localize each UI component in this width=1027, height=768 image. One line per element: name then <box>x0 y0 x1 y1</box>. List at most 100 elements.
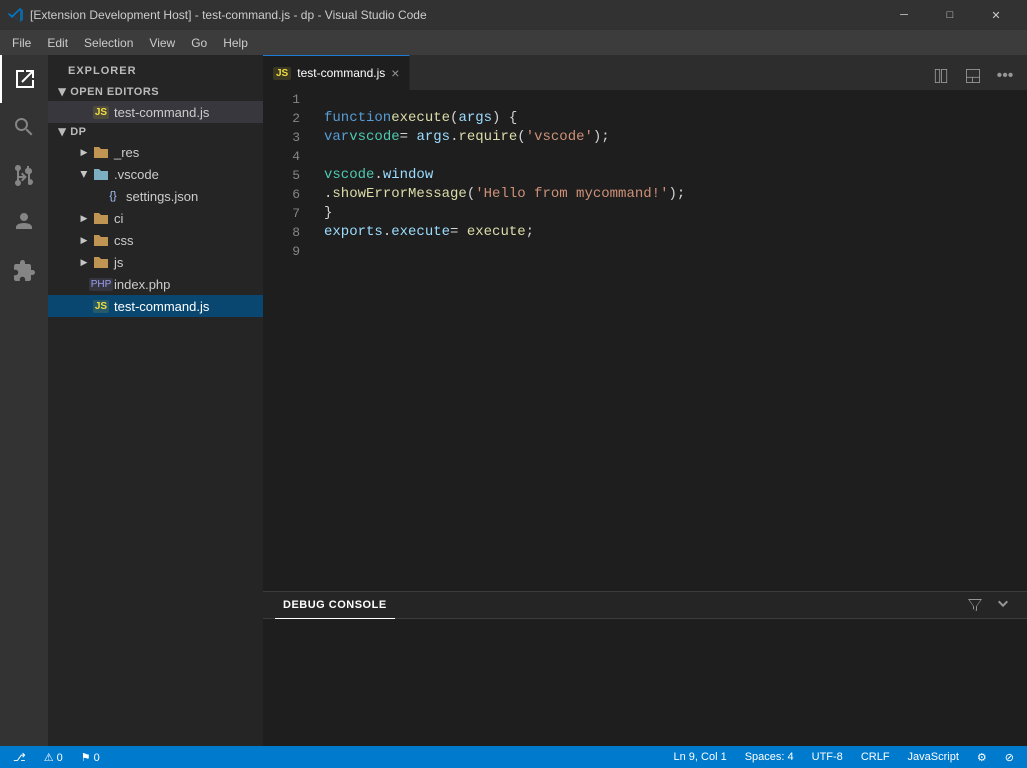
code-content[interactable]: function execute(args) { var vscode = ar… <box>308 90 1027 591</box>
title-bar-left: [Extension Development Host] - test-comm… <box>8 7 427 23</box>
line-ending-status[interactable]: CRLF <box>856 746 895 768</box>
line-num-1: 1 <box>263 90 300 109</box>
ci-arrow: ▶ <box>76 213 92 224</box>
js-dir-label: js <box>114 255 123 270</box>
open-editors-label: OPEN EDITORS <box>70 86 159 98</box>
close-button[interactable]: ✕ <box>973 0 1019 30</box>
settings-label: settings.json <box>126 189 198 204</box>
css-label: css <box>114 233 134 248</box>
php-file-icon: PHP <box>92 276 110 292</box>
vscode-arrow: ▶ <box>79 166 90 182</box>
index-label: index.php <box>114 277 170 292</box>
settings-status[interactable]: ⚙ <box>972 746 992 768</box>
open-editor-filename: test-command.js <box>114 105 209 120</box>
open-editors-arrow: ▶ <box>57 88 68 96</box>
encoding-status[interactable]: UTF-8 <box>807 746 848 768</box>
status-bar: ⎇ ⚠ 0 ⚑ 0 Ln 9, Col 1 Spaces: 4 UTF-8 CR… <box>0 746 1027 768</box>
indentation-label: Spaces: 4 <box>745 751 794 763</box>
js-folder-icon <box>92 254 110 270</box>
line-num-7: 7 <box>263 204 300 223</box>
panel-chevron-button[interactable] <box>991 593 1015 617</box>
layout-button[interactable] <box>959 62 987 90</box>
sidebar-title: EXPLORER <box>48 55 263 83</box>
status-bar-right: Ln 9, Col 1 Spaces: 4 UTF-8 CRLF JavaScr… <box>669 746 1019 768</box>
cursor-position-label: Ln 9, Col 1 <box>674 751 727 763</box>
testcmd-js-icon: JS <box>92 298 110 314</box>
tab-filename: test-command.js <box>297 66 385 80</box>
vscode-icon <box>8 7 24 23</box>
tree-item-testcmd[interactable]: JS test-command.js <box>48 295 263 317</box>
activity-bar <box>0 55 48 746</box>
panel-actions <box>963 593 1015 617</box>
js-file-icon: JS <box>92 104 110 120</box>
line-num-2: 2 <box>263 109 300 128</box>
errors-status[interactable]: ⚠ 0 <box>39 746 68 768</box>
maximize-button[interactable]: □ <box>927 0 973 30</box>
tab-js-icon: JS <box>273 67 291 80</box>
source-control-activity-icon[interactable] <box>0 151 48 199</box>
tree-item-css[interactable]: ▶ css <box>48 229 263 251</box>
menu-file[interactable]: File <box>4 30 39 55</box>
sidebar: EXPLORER ▶ OPEN EDITORS JS test-command.… <box>48 55 263 746</box>
vscode-label: .vscode <box>114 167 159 182</box>
language-status[interactable]: JavaScript <box>903 746 964 768</box>
tab-bar: JS test-command.js × ••• <box>263 55 1027 90</box>
line-num-4: 4 <box>263 147 300 166</box>
file-tree: ▶ _res ▶ .vscode {} settings.js <box>48 141 263 746</box>
errors-label: ⚠ 0 <box>44 751 63 764</box>
tree-item-res[interactable]: ▶ _res <box>48 141 263 163</box>
open-editors-header[interactable]: ▶ OPEN EDITORS <box>48 83 263 101</box>
search-activity-icon[interactable] <box>0 103 48 151</box>
tab-actions: ••• <box>927 62 1027 90</box>
panel: DEBUG CONSOLE <box>263 591 1027 746</box>
code-line-5: vscode.window <box>324 166 1027 185</box>
indentation-status[interactable]: Spaces: 4 <box>740 746 799 768</box>
tree-item-settings[interactable]: {} settings.json <box>48 185 263 207</box>
line-numbers: 1 2 3 4 5 6 7 8 9 <box>263 90 308 591</box>
css-arrow: ▶ <box>76 235 92 246</box>
split-editor-button[interactable] <box>927 62 955 90</box>
editor-tab-testcmd[interactable]: JS test-command.js × <box>263 55 410 90</box>
code-line-4 <box>324 147 1027 166</box>
cursor-position-status[interactable]: Ln 9, Col 1 <box>669 746 732 768</box>
line-num-5: 5 <box>263 166 300 185</box>
tree-item-js[interactable]: ▶ js <box>48 251 263 273</box>
title-bar: [Extension Development Host] - test-comm… <box>0 0 1027 30</box>
extensions-activity-icon[interactable] <box>0 247 48 295</box>
dp-root-header[interactable]: ▶ DP <box>48 123 263 141</box>
tree-item-index[interactable]: PHP index.php <box>48 273 263 295</box>
tree-item-vscode[interactable]: ▶ .vscode <box>48 163 263 185</box>
code-line-2: function execute(args) { <box>324 109 1027 128</box>
notifications-status[interactable]: ⊘ <box>1000 746 1019 768</box>
vscode-folder-icon <box>92 166 110 182</box>
tree-item-ci[interactable]: ▶ ci <box>48 207 263 229</box>
more-actions-button[interactable]: ••• <box>991 62 1019 90</box>
encoding-label: UTF-8 <box>812 751 843 763</box>
tab-close-button[interactable]: × <box>391 66 399 80</box>
res-label: _res <box>114 145 139 160</box>
code-line-6: .showErrorMessage('Hello from mycommand!… <box>324 185 1027 204</box>
debug-activity-icon[interactable] <box>0 199 48 247</box>
open-editor-file[interactable]: JS test-command.js <box>48 101 263 123</box>
line-ending-label: CRLF <box>861 751 890 763</box>
minimize-button[interactable]: ─ <box>881 0 927 30</box>
line-num-6: 6 <box>263 185 300 204</box>
filter-logs-button[interactable] <box>963 593 987 617</box>
line-num-3: 3 <box>263 128 300 147</box>
explorer-activity-icon[interactable] <box>0 55 48 103</box>
menu-edit[interactable]: Edit <box>39 30 76 55</box>
res-arrow: ▶ <box>76 147 92 158</box>
code-editor[interactable]: 1 2 3 4 5 6 7 8 9 function execute(args)… <box>263 90 1027 591</box>
panel-header: DEBUG CONSOLE <box>263 592 1027 619</box>
menu-go[interactable]: Go <box>183 30 215 55</box>
window-controls[interactable]: ─ □ ✕ <box>881 0 1019 30</box>
menu-help[interactable]: Help <box>215 30 256 55</box>
res-folder-icon <box>92 144 110 160</box>
debug-console-tab[interactable]: DEBUG CONSOLE <box>275 592 395 619</box>
menu-view[interactable]: View <box>141 30 183 55</box>
git-branch-status[interactable]: ⎇ <box>8 746 31 768</box>
js-arrow: ▶ <box>76 257 92 268</box>
menu-selection[interactable]: Selection <box>76 30 141 55</box>
warnings-status[interactable]: ⚑ 0 <box>76 746 105 768</box>
json-file-icon: {} <box>104 188 122 204</box>
